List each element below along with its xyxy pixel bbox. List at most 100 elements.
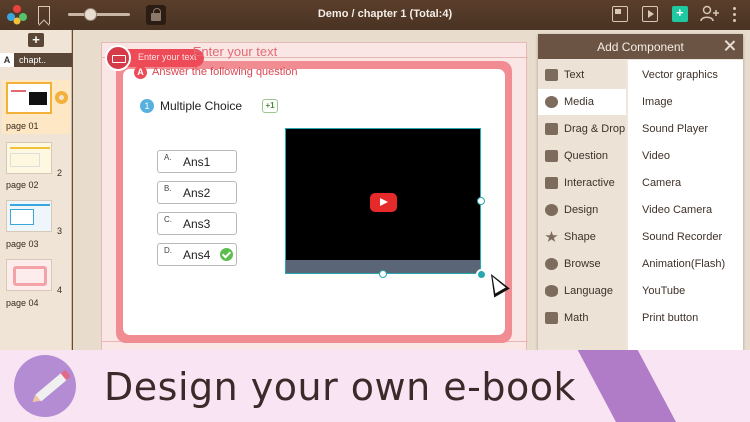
category-label: Interactive: [564, 177, 615, 189]
category-language[interactable]: Language: [538, 278, 626, 304]
youtube-play-icon[interactable]: [370, 193, 397, 212]
book-icon: [105, 45, 131, 71]
page-thumbnail-1[interactable]: [6, 82, 52, 114]
answer-text: Ans3: [183, 217, 211, 231]
page-number: 2: [57, 168, 63, 178]
add-user-icon[interactable]: [700, 5, 720, 23]
category-label: Browse: [564, 258, 601, 270]
question-number-badge: 1: [140, 99, 154, 113]
globe-icon: [545, 258, 558, 270]
page-number: 4: [57, 285, 63, 295]
component-label: Camera: [642, 177, 682, 189]
component-label: YouTube: [642, 285, 686, 297]
component-item[interactable]: Image: [628, 89, 743, 115]
resize-handle-bottom[interactable]: [379, 270, 387, 278]
component-label: Print button: [642, 312, 699, 324]
multiple-choice-title[interactable]: Multiple Choice: [160, 99, 242, 113]
category-math[interactable]: Math: [538, 305, 626, 331]
top-toolbar: Demo / chapter 1 (Total:4): [0, 0, 750, 30]
play-preview-icon[interactable]: [642, 6, 658, 22]
category-label: Shape: [564, 231, 596, 243]
component-item[interactable]: YouTube: [628, 278, 743, 304]
component-item[interactable]: Video: [628, 143, 743, 169]
component-label: Sound Player: [642, 123, 709, 135]
answer-letter: D.: [164, 246, 172, 255]
question-icon: [545, 150, 558, 162]
page-settings-gear-icon[interactable]: [55, 91, 68, 104]
add-component-icon[interactable]: [672, 5, 688, 22]
document-title: Demo / chapter 1 (Total:4): [317, 8, 453, 20]
lock-button[interactable]: [146, 5, 166, 25]
category-text[interactable]: Text: [538, 62, 626, 88]
answer-letter: C.: [164, 215, 172, 224]
page-thumbnail-3[interactable]: [6, 200, 52, 232]
answer-option[interactable]: D. Ans4: [157, 243, 237, 266]
page-label: page 03: [6, 239, 39, 249]
category-browse[interactable]: Browse: [538, 251, 626, 277]
answer-letter: A.: [164, 153, 172, 162]
panel-header: Add Component: [538, 34, 743, 59]
component-label: Vector graphics: [642, 69, 718, 81]
component-item[interactable]: Sound Player: [628, 116, 743, 142]
pencil-icon: [35, 371, 69, 402]
answer-option[interactable]: B. Ans2: [157, 181, 237, 204]
category-shape[interactable]: Shape: [538, 224, 626, 250]
add-page-button[interactable]: +: [28, 33, 44, 47]
bookmark-icon[interactable]: [38, 6, 50, 24]
close-icon[interactable]: [724, 39, 736, 51]
category-label: Question: [564, 150, 609, 162]
pencil-ruler-icon: [545, 312, 558, 324]
category-drag-drop[interactable]: Drag & Drop: [538, 116, 626, 142]
category-question[interactable]: Question: [538, 143, 626, 169]
video-player[interactable]: [285, 128, 481, 274]
question-prompt[interactable]: Answer the following question: [152, 66, 298, 78]
component-label: Sound Recorder: [642, 231, 723, 243]
panel-title: Add Component: [597, 40, 684, 54]
category-label: Design: [564, 204, 599, 216]
component-item[interactable]: Camera: [628, 170, 743, 196]
chapter-tabs: A chapt..: [0, 53, 72, 67]
category-list: Text Media Drag & Drop Question Interact…: [538, 60, 626, 352]
layout-icon[interactable]: [612, 6, 628, 22]
banner-headline: Design your own e-book: [104, 365, 577, 409]
text-icon: [545, 69, 558, 81]
chapter-tab-current[interactable]: chapt..: [14, 53, 72, 67]
page-thumbnail-4[interactable]: [6, 259, 52, 291]
component-item[interactable]: Video Camera: [628, 197, 743, 223]
star-icon: [545, 231, 558, 242]
resize-handle-right[interactable]: [477, 197, 485, 205]
component-label: Video: [642, 150, 670, 162]
category-label: Language: [564, 285, 613, 297]
category-design[interactable]: Design: [538, 197, 626, 223]
category-label: Media: [564, 96, 594, 108]
app-logo-icon[interactable]: [6, 4, 28, 26]
card-title[interactable]: Enter your text: [160, 44, 310, 59]
zoom-slider[interactable]: [68, 8, 130, 21]
component-item[interactable]: Print button: [628, 305, 743, 331]
page-label: page 01: [6, 121, 39, 131]
category-interactive[interactable]: Interactive: [538, 170, 626, 196]
chapter-tab-a[interactable]: A: [0, 53, 14, 67]
pencil-badge: [14, 355, 76, 417]
component-label: Image: [642, 96, 673, 108]
component-label: Animation(Flash): [642, 258, 726, 270]
page-thumbnail-2[interactable]: [6, 142, 52, 174]
component-item[interactable]: Vector graphics: [628, 62, 743, 88]
answer-option[interactable]: C. Ans3: [157, 212, 237, 235]
answer-text: Ans4: [183, 248, 211, 262]
drag-drop-icon: [545, 123, 558, 135]
category-media[interactable]: Media: [538, 89, 626, 115]
component-label: Video Camera: [642, 204, 713, 216]
more-menu-icon[interactable]: [733, 7, 737, 23]
lock-icon: [151, 8, 161, 21]
component-item[interactable]: Sound Recorder: [628, 224, 743, 250]
zoom-slider-knob[interactable]: [83, 8, 97, 21]
component-list: Vector graphics Image Sound Player Video…: [628, 60, 743, 352]
correct-check-icon: [220, 248, 233, 261]
answer-text: Ans2: [183, 186, 211, 200]
page-label: page 02: [6, 180, 39, 190]
component-item[interactable]: Animation(Flash): [628, 251, 743, 277]
points-badge[interactable]: +1: [262, 99, 278, 113]
answer-option[interactable]: A. Ans1: [157, 150, 237, 173]
media-icon: [545, 96, 558, 108]
